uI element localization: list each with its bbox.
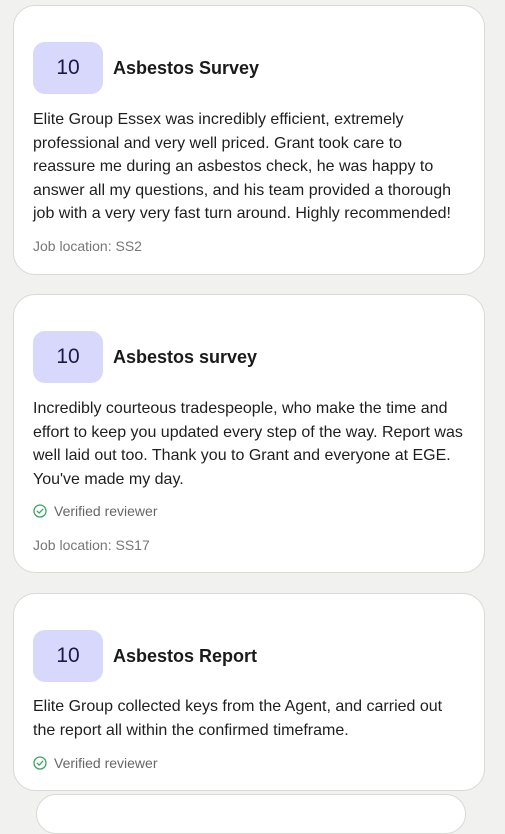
review-title: Asbestos survey xyxy=(113,346,258,367)
review-text: Incredibly courteous tradespeople, who m… xyxy=(33,400,463,488)
review-card-partial xyxy=(36,794,466,834)
review-header: 10 Asbestos survey xyxy=(33,331,257,383)
review-header: 10 Asbestos Survey xyxy=(33,42,259,94)
review-text: Elite Group Essex was incredibly efficie… xyxy=(33,111,452,222)
more-options-icon[interactable] xyxy=(461,313,464,325)
review-title: Asbestos Report xyxy=(113,645,258,666)
review-card: 10 Asbestos Report Elite Group collected… xyxy=(13,593,485,791)
verified-reviewer: Verified reviewer xyxy=(33,755,158,771)
job-location: Job location: SS17 xyxy=(33,537,150,553)
verified-reviewer: Verified reviewer xyxy=(33,503,158,519)
score-badge: 10 xyxy=(33,42,103,94)
review-title: Asbestos Survey xyxy=(113,57,260,78)
check-circle-icon xyxy=(33,756,47,770)
review-text: Elite Group collected keys from the Agen… xyxy=(33,698,443,739)
score-badge: 10 xyxy=(33,331,103,383)
review-header: 10 Asbestos Report xyxy=(33,630,257,682)
verified-label: Verified reviewer xyxy=(54,755,158,771)
check-circle-icon xyxy=(33,504,47,518)
review-card: 10 Asbestos Survey Elite Group Essex was… xyxy=(13,5,485,275)
more-options-icon[interactable] xyxy=(461,24,464,36)
review-card: 10 Asbestos survey Incredibly courteous … xyxy=(13,294,485,573)
more-options-icon[interactable] xyxy=(461,612,464,624)
score-badge: 10 xyxy=(33,630,103,682)
verified-label: Verified reviewer xyxy=(54,503,158,519)
job-location: Job location: SS2 xyxy=(33,238,142,254)
